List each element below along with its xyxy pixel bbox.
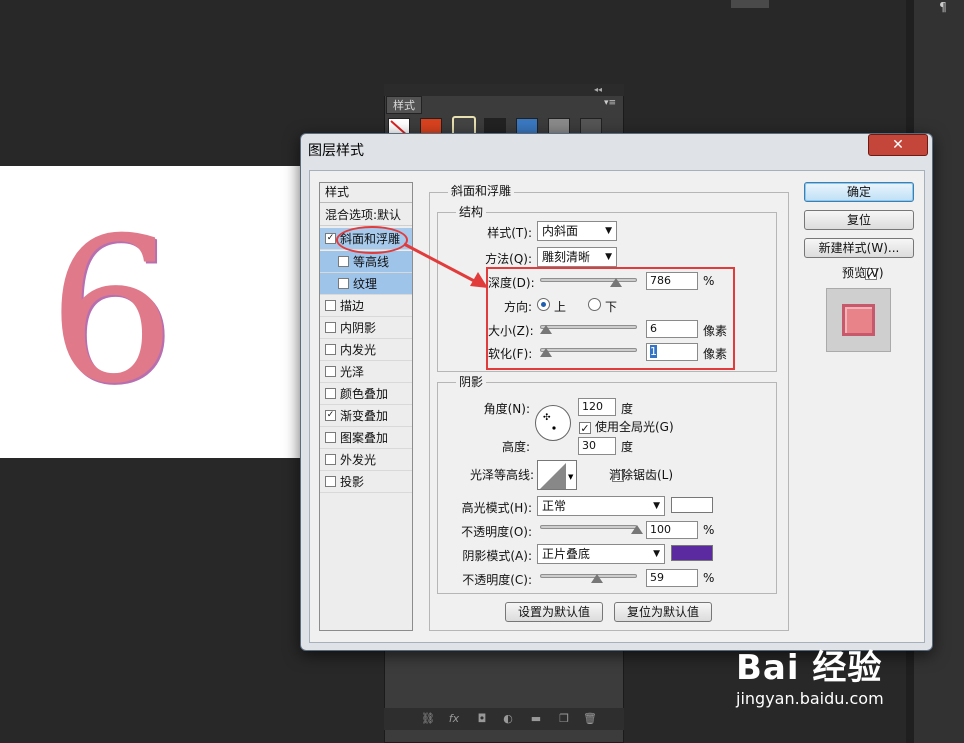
baidu-watermark: Bai 经验 jingyan.baidu.com (736, 640, 956, 730)
angle-unit: 度 (621, 402, 634, 416)
style-preview-thumbnail (842, 304, 875, 336)
ok-button[interactable]: 确定 (804, 182, 914, 202)
shadow-opacity-label: 不透明度(C): (462, 573, 532, 587)
annotation-arrow (403, 242, 488, 288)
shadow-opacity-thumb[interactable] (591, 574, 603, 583)
highlight-mode-select[interactable]: 正常 ▼ (537, 496, 665, 516)
dialog-title: 图层样式 (308, 143, 364, 159)
panel-menu-icon[interactable]: ▾≡ (604, 98, 620, 110)
checkbox[interactable] (325, 366, 336, 377)
structure-title: 结构 (456, 203, 487, 220)
global-light-label: 使用全局光(G) (595, 420, 674, 434)
collapse-icon[interactable]: ◂◂ (594, 84, 608, 96)
shadow-opacity-unit: % (703, 571, 715, 585)
highlight-opacity-input[interactable]: 100 (646, 521, 698, 539)
list-item-stroke[interactable]: 描边 (320, 295, 412, 317)
close-button[interactable]: ✕ (868, 134, 928, 156)
fx-icon[interactable]: fx (446, 712, 462, 726)
list-item-outer-glow[interactable]: 外发光 (320, 449, 412, 471)
angle-input[interactable]: 120 (578, 398, 616, 416)
style-list-header[interactable]: 样式 (320, 183, 412, 203)
make-default-button[interactable]: 设置为默认值 (505, 602, 603, 622)
list-item-contour[interactable]: 等高线 (320, 251, 412, 273)
checkbox[interactable]: ✓ (325, 233, 336, 244)
gloss-contour-label: 光泽等高线: (469, 468, 534, 482)
shadow-color-swatch[interactable] (671, 545, 713, 561)
highlight-opacity-thumb[interactable] (631, 525, 643, 534)
shadow-opacity-input[interactable]: 59 (646, 569, 698, 587)
preview-label: 预览(V) (842, 266, 884, 280)
trash-icon[interactable]: 🗑 (582, 712, 598, 726)
altitude-input[interactable]: 30 (578, 437, 616, 455)
toolbar-button[interactable] (731, 0, 769, 8)
reset-default-button[interactable]: 复位为默认值 (614, 602, 712, 622)
folder-icon[interactable]: ▬ (528, 712, 544, 726)
new-layer-icon[interactable]: ❐ (556, 712, 572, 726)
shadow-mode-select[interactable]: 正片叠底 ▼ (537, 544, 665, 564)
anti-alias-label: 消除锯齿(L) (609, 468, 674, 482)
list-item-pattern-overlay[interactable]: 图案叠加 (320, 427, 412, 449)
list-item-satin[interactable]: 光泽 (320, 361, 412, 383)
global-light-checkbox[interactable]: ✓ (579, 421, 591, 434)
highlight-mode-label: 高光模式(H): (461, 501, 532, 515)
highlight-color-swatch[interactable] (671, 497, 713, 513)
checkbox[interactable] (325, 300, 336, 311)
watermark-logo-text: Bai 经验 (736, 648, 883, 688)
angle-dial[interactable]: ✣ (535, 405, 571, 441)
list-item-color-overlay[interactable]: 颜色叠加 (320, 383, 412, 405)
checkbox[interactable] (325, 476, 336, 487)
paragraph-icon[interactable]: ¶ (934, 0, 952, 14)
bevel-section-title: 斜面和浮雕 (448, 182, 515, 199)
canvas-digit-text: 6 (48, 195, 176, 428)
altitude-label: 高度: (501, 440, 530, 454)
checkbox[interactable] (325, 388, 336, 399)
watermark-url: jingyan.baidu.com (736, 689, 884, 708)
shadow-opacity-slider[interactable] (540, 574, 637, 578)
bevel-style-select[interactable]: 内斜面 ▼ (537, 221, 617, 241)
blend-options-item[interactable]: 混合选项:默认 (320, 204, 412, 226)
technique-select[interactable]: 雕刻清晰 ▼ (537, 247, 617, 267)
chevron-down-icon: ▼ (605, 226, 612, 236)
tab-styles[interactable]: 样式 (386, 96, 422, 114)
annotation-ellipse (336, 226, 408, 254)
angle-label: 角度(N): (483, 402, 530, 416)
highlight-opacity-label: 不透明度(O): (461, 525, 532, 539)
reset-button[interactable]: 复位 (804, 210, 914, 230)
gloss-contour-picker[interactable]: ▼ (537, 460, 577, 490)
checkbox[interactable] (338, 256, 349, 267)
mask-icon[interactable]: ◘ (474, 712, 490, 726)
checkbox[interactable] (338, 278, 349, 289)
shading-title: 阴影 (456, 373, 487, 390)
new-style-button[interactable]: 新建样式(W)... (804, 238, 914, 258)
list-item-texture[interactable]: 纹理 (320, 273, 412, 295)
highlight-opacity-unit: % (703, 523, 715, 537)
checkbox[interactable] (325, 322, 336, 333)
annotation-highlight-box (486, 267, 735, 370)
checkbox[interactable] (325, 454, 336, 465)
checkbox[interactable] (325, 432, 336, 443)
adjustment-icon[interactable]: ◐ (500, 712, 516, 726)
chevron-down-icon: ▼ (653, 501, 660, 511)
svg-text:▼: ▼ (568, 473, 574, 481)
link-icon[interactable]: ⛓ (420, 712, 436, 726)
styles-panel-topbar (384, 84, 624, 96)
shadow-mode-label: 阴影模式(A): (462, 549, 532, 563)
checkbox[interactable]: ✓ (325, 410, 336, 421)
altitude-unit: 度 (621, 440, 634, 454)
list-item-inner-shadow[interactable]: 内阴影 (320, 317, 412, 339)
highlight-opacity-slider[interactable] (540, 525, 637, 529)
chevron-down-icon: ▼ (605, 252, 612, 262)
svg-text:✣: ✣ (543, 413, 551, 423)
chevron-down-icon: ▼ (653, 549, 660, 559)
list-item-inner-glow[interactable]: 内发光 (320, 339, 412, 361)
list-item-gradient-overlay[interactable]: ✓ 渐变叠加 (320, 405, 412, 427)
checkbox[interactable] (325, 344, 336, 355)
list-item-drop-shadow[interactable]: 投影 (320, 471, 412, 493)
